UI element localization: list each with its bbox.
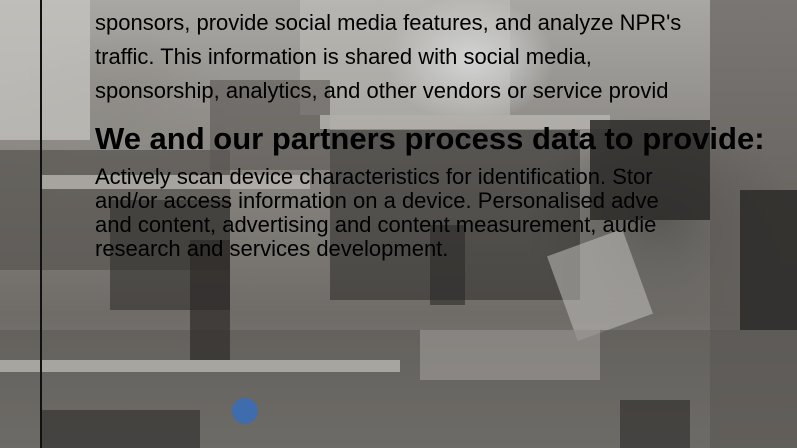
intro-line: sponsors, provide social media features,… — [95, 10, 682, 35]
sign-shape — [232, 398, 258, 424]
left-divider — [40, 0, 42, 448]
purposes-line: research and services development. — [95, 236, 449, 261]
consent-overlay-screen: sponsors, provide social media features,… — [0, 0, 797, 448]
purposes-line: Actively scan device characteristics for… — [95, 164, 653, 189]
consent-text: sponsors, provide social media features,… — [95, 6, 797, 261]
purposes-line: and content, advertising and content mea… — [95, 212, 657, 237]
purposes-paragraph: Actively scan device characteristics for… — [95, 165, 797, 261]
purposes-heading: We and our partners process data to prov… — [95, 121, 765, 156]
intro-paragraph: sponsors, provide social media features,… — [95, 6, 797, 108]
intro-line: sponsorship, analytics, and other vendor… — [95, 78, 669, 103]
purposes-line: and/or access information on a device. P… — [95, 188, 659, 213]
intro-line: traffic. This information is shared with… — [95, 44, 592, 69]
